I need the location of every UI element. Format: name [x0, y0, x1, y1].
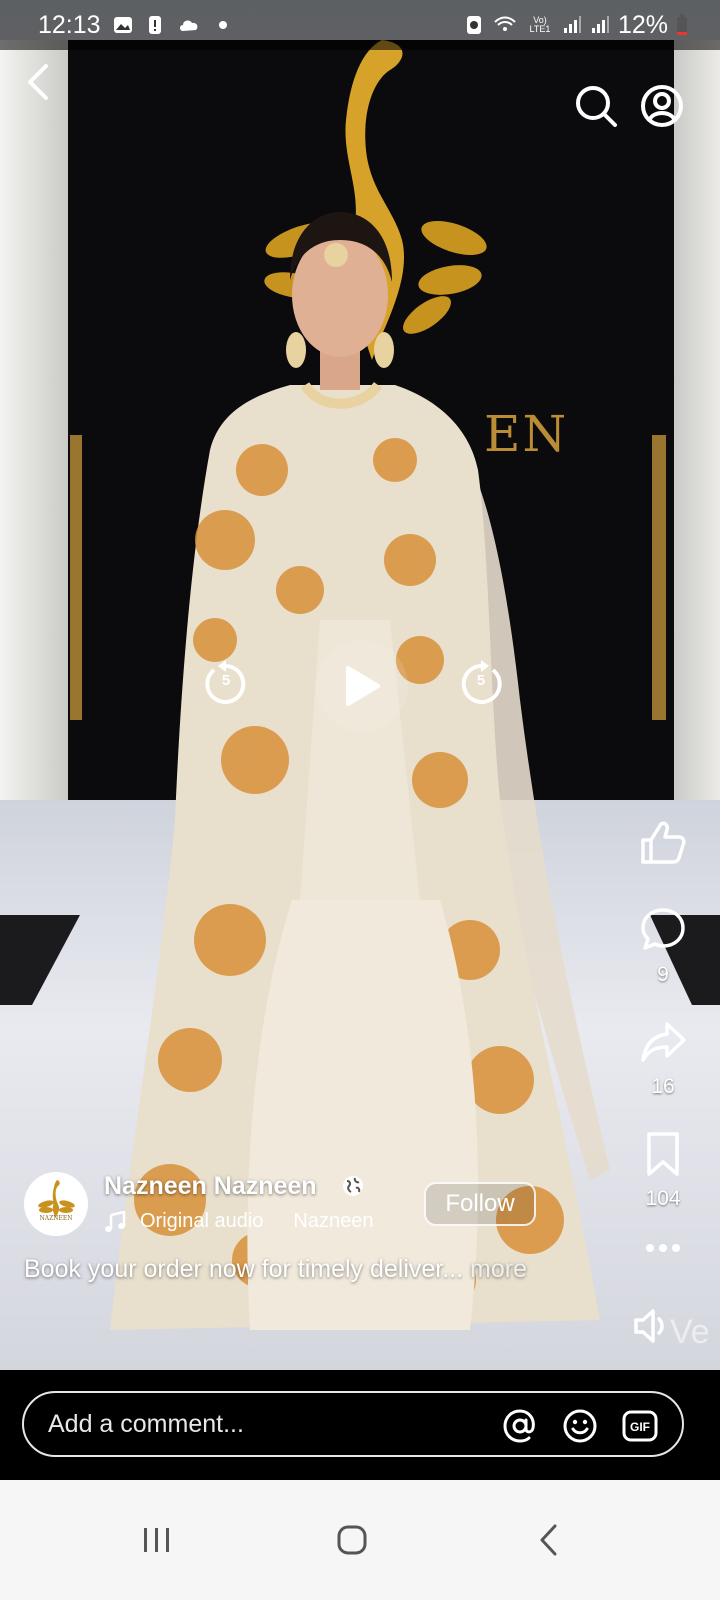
- thumbs-up-icon: [641, 821, 686, 864]
- network-type: Vo) LTE1: [529, 15, 551, 34]
- comment-count: 9: [657, 963, 669, 986]
- comment-button[interactable]: 9: [628, 906, 698, 987]
- cloud-icon: [179, 20, 197, 31]
- audio-row[interactable]: Original audio Nazneen: [104, 1210, 379, 1233]
- back-nav-icon[interactable]: [520, 1510, 580, 1570]
- more-options-button[interactable]: [628, 1238, 698, 1263]
- gallery-icon: [113, 17, 132, 33]
- avatar-brand-text: NAZNEEN: [39, 1215, 73, 1222]
- comment-icon: [641, 908, 685, 950]
- caption-more-link[interactable]: more: [470, 1255, 527, 1283]
- author-name[interactable]: Nazneen Nazneen: [104, 1172, 317, 1201]
- author-avatar[interactable]: NAZNEEN: [24, 1172, 88, 1236]
- video-watermark: Ve: [670, 1313, 710, 1351]
- battery-level: 12%: [617, 10, 668, 39]
- more-notifications-icon: [218, 21, 227, 29]
- alert-icon: [148, 16, 161, 34]
- globe-icon: [343, 1176, 363, 1196]
- wifi-icon: [494, 16, 516, 31]
- audio-source: Nazneen: [293, 1210, 374, 1232]
- emoji-icon[interactable]: [562, 1408, 598, 1444]
- at-icon[interactable]: [502, 1408, 538, 1444]
- comment-placeholder: Add a comment...: [48, 1409, 244, 1438]
- status-bar: 12:13 Vo) LTE1 12%: [0, 0, 720, 50]
- data-saver-icon: [466, 16, 481, 34]
- gif-icon[interactable]: GIF: [622, 1408, 658, 1444]
- brand-logo-icon: [38, 1180, 75, 1218]
- speaker-icon[interactable]: [632, 1306, 672, 1346]
- music-note-icon: [105, 1210, 126, 1232]
- post-caption[interactable]: Book your order now for timely deliver..…: [24, 1255, 624, 1284]
- rewind-seconds: 5: [221, 672, 231, 689]
- home-icon[interactable]: [322, 1510, 382, 1570]
- save-count: 104: [645, 1187, 681, 1210]
- play-button[interactable]: [316, 640, 408, 732]
- rewind-5-button[interactable]: 5: [200, 658, 252, 710]
- svg-text:GIF: GIF: [630, 1420, 650, 1434]
- recents-icon[interactable]: [126, 1510, 186, 1570]
- share-icon: [641, 1022, 686, 1062]
- battery-icon: [677, 14, 687, 35]
- status-time: 12:13: [38, 10, 101, 39]
- forward-seconds: 5: [476, 672, 486, 689]
- audio-label: Original audio: [140, 1210, 264, 1232]
- play-icon: [346, 666, 380, 706]
- like-button[interactable]: [628, 818, 698, 875]
- more-icon: [646, 1244, 680, 1252]
- share-count: 16: [651, 1075, 675, 1098]
- system-nav-bar: [0, 1480, 720, 1600]
- profile-icon[interactable]: [640, 84, 684, 128]
- save-button[interactable]: 104: [628, 1130, 698, 1211]
- bookmark-icon: [647, 1132, 679, 1176]
- caption-text: Book your order now for timely deliver..…: [24, 1255, 464, 1283]
- follow-button[interactable]: Follow: [424, 1182, 536, 1226]
- comment-bar: Add a comment... GIF: [0, 1370, 720, 1480]
- back-button[interactable]: [22, 62, 52, 102]
- signal-icon-1: [563, 16, 581, 33]
- signal-icon-2: [591, 16, 609, 33]
- share-button[interactable]: 16: [628, 1018, 698, 1099]
- search-icon[interactable]: [574, 84, 618, 128]
- forward-5-button[interactable]: 5: [455, 658, 507, 710]
